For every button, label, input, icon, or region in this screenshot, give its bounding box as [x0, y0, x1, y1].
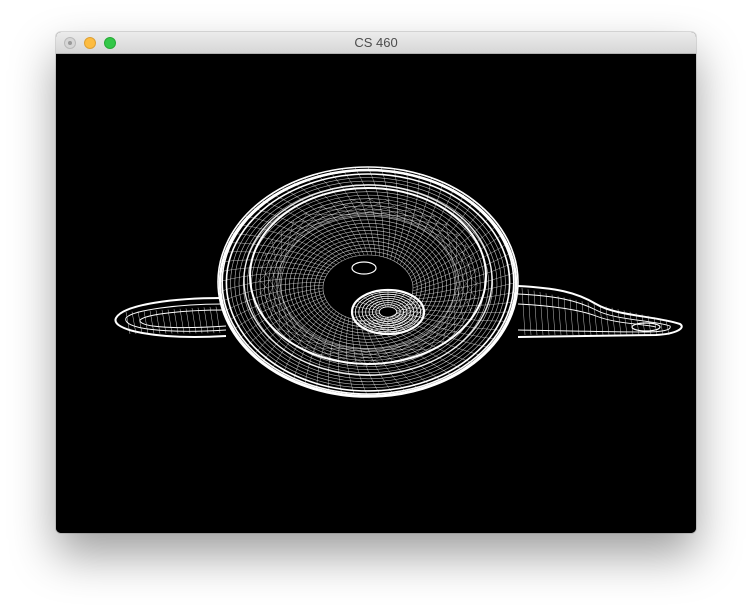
app-window: CS 460	[56, 32, 696, 533]
window-title: CS 460	[354, 35, 398, 50]
opengl-viewport[interactable]	[56, 54, 696, 533]
teapot-wireframe	[114, 166, 683, 398]
title-bar[interactable]: CS 460	[56, 32, 696, 54]
